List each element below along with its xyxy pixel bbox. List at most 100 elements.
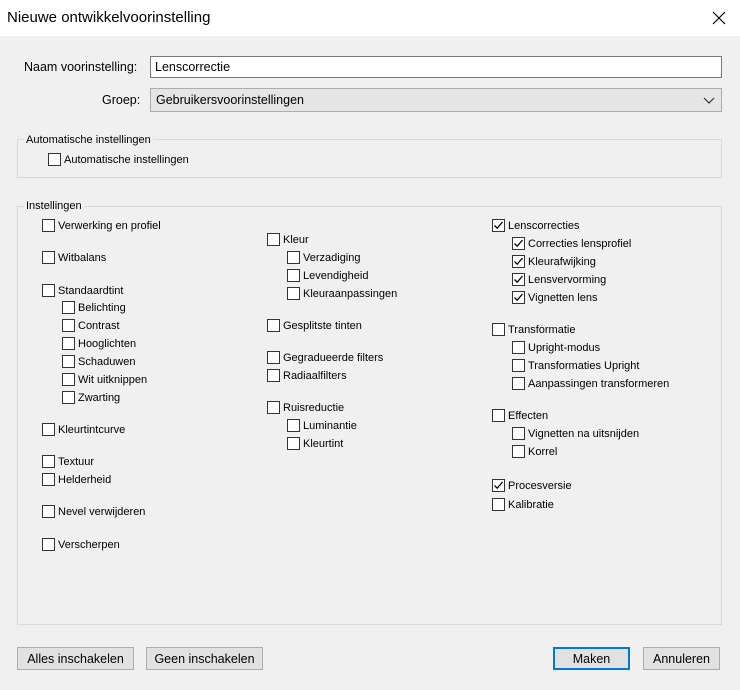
checkbox-box[interactable] [512,359,525,372]
checkbox-zwarting[interactable]: Zwarting [62,391,120,404]
checkbox-box[interactable] [492,323,505,336]
checkbox-box[interactable] [512,445,525,458]
checkbox-levendigheid[interactable]: Levendigheid [287,269,368,282]
checkbox-ruisreductie[interactable]: Ruisreductie [267,401,344,414]
check-all-button[interactable]: Alles inschakelen [17,647,134,670]
checkbox-box[interactable] [42,219,55,232]
checkbox-box[interactable] [492,219,505,232]
checkbox-box[interactable] [267,351,280,364]
checkbox-label: Kleurtintcurve [58,423,126,436]
checkbox-box[interactable] [267,369,280,382]
checkbox-label: Standaardtint [58,284,124,297]
checkbox-vignetten-na-uitsnijden[interactable]: Vignetten na uitsnijden [512,427,639,440]
checkbox-witbalans[interactable]: Witbalans [42,251,106,264]
checkbox-box[interactable] [512,237,525,250]
checkbox-korrel[interactable]: Korrel [512,445,557,458]
checkbox-kleurtint[interactable]: Kleurtint [287,437,343,450]
checkbox-label: Transformatie [508,323,576,336]
checkbox-box[interactable] [42,538,55,551]
checkbox-box[interactable] [42,473,55,486]
checkbox-helderheid[interactable]: Helderheid [42,473,111,486]
checkbox-verscherpen[interactable]: Verscherpen [42,538,120,551]
checkbox-kleuraanpassingen[interactable]: Kleuraanpassingen [287,287,397,300]
checkbox-kleur[interactable]: Kleur [267,233,309,246]
checkbox-vignetten-lens[interactable]: Vignetten lens [512,291,598,304]
checkbox-hooglichten[interactable]: Hooglichten [62,337,136,350]
checkmark-icon [514,239,523,248]
checkbox-transformatie[interactable]: Transformatie [492,323,575,336]
checkbox-label: Witbalans [58,251,107,264]
checkmark-icon [514,275,523,284]
checkbox-auto-settings[interactable]: Automatische instellingen [48,153,189,166]
checkbox-box[interactable] [267,401,280,414]
checkbox-aanpassingen-transformeren[interactable]: Aanpassingen transformeren [512,377,669,390]
checkbox-box[interactable] [287,287,300,300]
checkbox-box[interactable] [512,377,525,390]
checkbox-box[interactable] [267,233,280,246]
group-select[interactable]: Gebruikersvoorinstellingen [150,88,722,112]
checkbox-box[interactable] [62,373,75,386]
checkbox-correcties-lensprofiel[interactable]: Correcties lensprofiel [512,237,631,250]
checkbox-box[interactable] [62,391,75,404]
checkbox-box[interactable] [512,255,525,268]
checkbox-box[interactable] [492,498,505,511]
checkbox-standaardtint[interactable]: Standaardtint [42,284,123,297]
checkbox-box[interactable] [492,479,505,492]
checkbox-box[interactable] [512,291,525,304]
preset-name-input[interactable] [150,56,722,78]
checkbox-contrast[interactable]: Contrast [62,319,120,332]
checkbox-luminantie[interactable]: Luminantie [287,419,357,432]
checkbox-kleurafwijking[interactable]: Kleurafwijking [512,255,596,268]
checkbox-lenscorrecties[interactable]: Lenscorrecties [492,219,580,232]
checkbox-box[interactable] [287,437,300,450]
checkbox-textuur[interactable]: Textuur [42,455,94,468]
check-none-button[interactable]: Geen inschakelen [146,647,263,670]
checkbox-label: Aanpassingen transformeren [528,377,670,390]
checkbox-kleurtintcurve[interactable]: Kleurtintcurve [42,423,125,436]
checkbox-box[interactable] [62,355,75,368]
checkbox-box[interactable] [48,153,61,166]
checkbox-box[interactable] [512,273,525,286]
checkbox-gesplitste-tinten[interactable]: Gesplitste tinten [267,319,362,332]
cancel-button[interactable]: Annuleren [643,647,720,670]
checkbox-kalibratie[interactable]: Kalibratie [492,498,554,511]
checkbox-belichting[interactable]: Belichting [62,301,126,314]
checkbox-transformaties-upright[interactable]: Transformaties Upright [512,359,639,372]
checkbox-box[interactable] [512,427,525,440]
checkbox-label: Lensvervorming [528,273,607,286]
checkbox-box[interactable] [42,251,55,264]
checkbox-box[interactable] [512,341,525,354]
checkbox-box[interactable] [287,251,300,264]
create-button[interactable]: Maken [553,647,630,670]
checkbox-box[interactable] [267,319,280,332]
checkbox-box[interactable] [42,505,55,518]
checkbox-gegradueerde-filters[interactable]: Gegradueerde filters [267,351,383,364]
settings-group [17,206,722,625]
checkbox-box[interactable] [492,409,505,422]
checkbox-box[interactable] [42,423,55,436]
checkbox-effecten[interactable]: Effecten [492,409,548,422]
checkbox-nevel-verwijderen[interactable]: Nevel verwijderen [42,505,145,518]
checkbox-box[interactable] [62,337,75,350]
checkbox-schaduwen[interactable]: Schaduwen [62,355,136,368]
checkbox-wit-uitknippen[interactable]: Wit uitknippen [62,373,147,386]
checkbox-verwerking-en-profiel[interactable]: Verwerking en profiel [42,219,161,232]
checkbox-box[interactable] [287,269,300,282]
close-button[interactable] [704,4,734,32]
checkbox-label: Correcties lensprofiel [528,237,632,250]
checkbox-lensvervorming[interactable]: Lensvervorming [512,273,606,286]
checkbox-box[interactable] [42,455,55,468]
checkmark-icon [494,481,503,490]
checkbox-box[interactable] [62,301,75,314]
checkbox-upright-modus[interactable]: Upright-modus [512,341,600,354]
checkbox-procesversie[interactable]: Procesversie [492,479,572,492]
checkbox-box[interactable] [287,419,300,432]
checkbox-radiaalfilters[interactable]: Radiaalfilters [267,369,347,382]
checkbox-label: Upright-modus [528,341,601,354]
checkbox-label: Luminantie [303,419,357,432]
settings-legend: Instellingen [24,200,84,212]
checkbox-box[interactable] [62,319,75,332]
checkbox-box[interactable] [42,284,55,297]
checkbox-label: Verwerking en profiel [58,219,161,232]
checkbox-verzadiging[interactable]: Verzadiging [287,251,361,264]
